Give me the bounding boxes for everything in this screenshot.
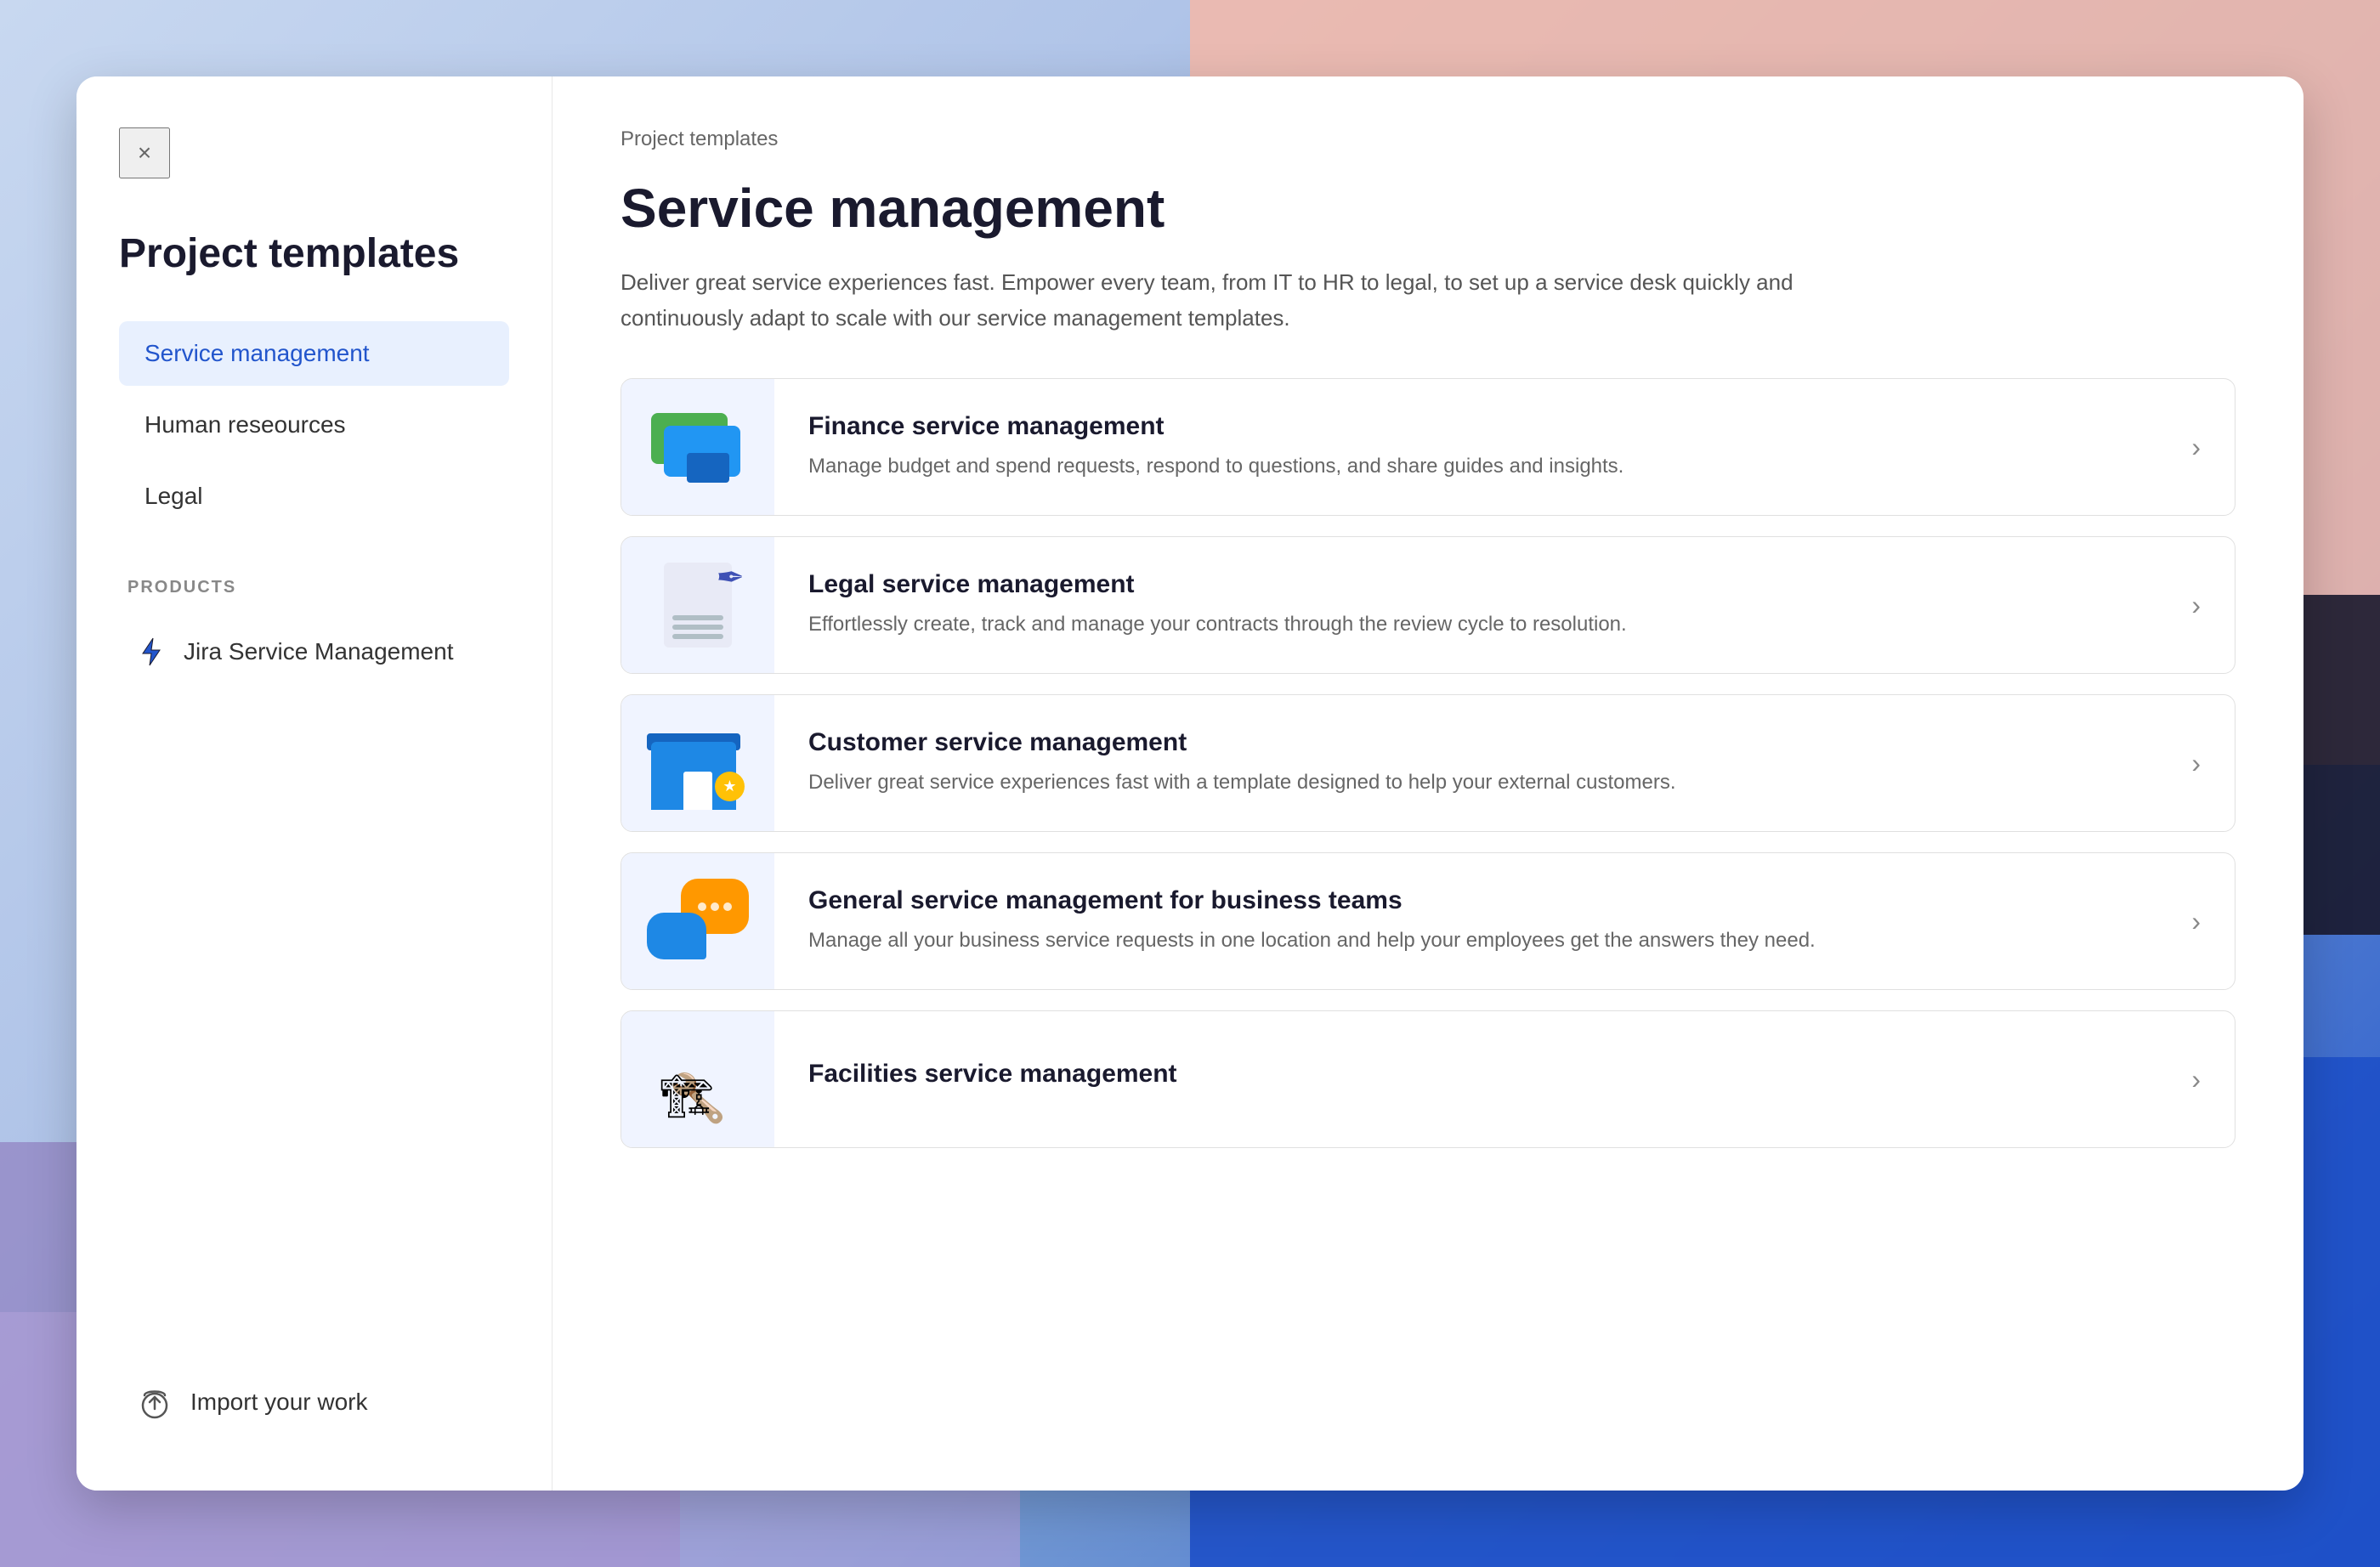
lightning-icon	[136, 636, 167, 667]
chevron-right-icon-finance: ›	[2157, 432, 2235, 463]
bubble-blue	[647, 913, 706, 959]
legal-illustration: ✒	[647, 558, 749, 652]
general-illustration	[643, 874, 753, 968]
main-dialog: × Project templates Service management H…	[76, 76, 2304, 1491]
import-your-work-button[interactable]: Import your work	[119, 1365, 509, 1440]
card-desc-customer: Deliver great service experiences fast w…	[808, 767, 2123, 798]
store-star: ★	[715, 772, 745, 801]
template-card-facilities[interactable]: 🔧 🏗 Facilities service management ›	[620, 1010, 2236, 1148]
worker-figure-2: 🏗	[660, 1072, 713, 1122]
close-button[interactable]: ×	[119, 127, 170, 178]
card-body-general: General service management for business …	[774, 861, 2157, 981]
sidebar-nav: Service management Human reseources Lega…	[119, 321, 509, 535]
sidebar-item-service-management[interactable]: Service management	[119, 321, 509, 386]
chevron-right-icon-legal: ›	[2157, 590, 2235, 621]
card-body-customer: Customer service management Deliver grea…	[774, 703, 2157, 823]
facilities-illustration: 🔧 🏗	[643, 1032, 753, 1126]
sidebar: × Project templates Service management H…	[76, 76, 552, 1491]
dot-1	[698, 902, 706, 911]
doc-lines	[672, 615, 723, 639]
finance-illustration	[647, 404, 749, 489]
jira-service-management-label: Jira Service Management	[184, 638, 453, 665]
template-card-finance[interactable]: Finance service management Manage budget…	[620, 378, 2236, 516]
template-card-general[interactable]: General service management for business …	[620, 852, 2236, 990]
card-title-general: General service management for business …	[808, 886, 2123, 915]
template-card-customer[interactable]: ★ Customer service management Deliver gr…	[620, 694, 2236, 832]
card-title-facilities: Facilities service management	[808, 1060, 2123, 1089]
page-title: Service management	[620, 177, 2236, 240]
card-image-general	[621, 853, 774, 989]
sidebar-item-human-resources[interactable]: Human reseources	[119, 393, 509, 457]
card-image-facilities: 🔧 🏗	[621, 1011, 774, 1147]
import-section: Import your work	[119, 1331, 509, 1440]
chevron-right-icon-customer: ›	[2157, 748, 2235, 779]
template-card-legal[interactable]: ✒ Legal service management Effortlessly …	[620, 536, 2236, 674]
doc-line-2	[672, 625, 723, 630]
sidebar-title: Project templates	[119, 229, 509, 279]
dot-2	[711, 902, 719, 911]
card-blue	[664, 426, 740, 477]
products-label: PRODUCTS	[119, 578, 509, 597]
chevron-right-icon-facilities: ›	[2157, 1064, 2235, 1095]
main-content: Project templates Service management Del…	[552, 76, 2304, 1491]
upload-icon	[136, 1383, 173, 1421]
card-desc-general: Manage all your business service request…	[808, 925, 2123, 956]
card-title-finance: Finance service management	[808, 412, 2123, 441]
quill-icon: ✒	[716, 558, 745, 597]
card-body-legal: Legal service management Effortlessly cr…	[774, 545, 2157, 665]
products-section: PRODUCTS Jira Service Management	[119, 578, 509, 686]
card-desc-finance: Manage budget and spend requests, respon…	[808, 451, 2123, 482]
dot-3	[723, 902, 732, 911]
card-image-finance	[621, 379, 774, 515]
customer-illustration: ★	[643, 716, 753, 810]
card-body-finance: Finance service management Manage budget…	[774, 387, 2157, 507]
card-title-customer: Customer service management	[808, 728, 2123, 757]
doc-page: ✒	[664, 563, 732, 648]
card-image-customer: ★	[621, 695, 774, 831]
sidebar-item-legal[interactable]: Legal	[119, 464, 509, 529]
store-door	[683, 772, 712, 810]
card-image-legal: ✒	[621, 537, 774, 673]
breadcrumb: Project templates	[620, 127, 2236, 151]
card-screen	[687, 453, 729, 483]
card-body-facilities: Facilities service management	[774, 1034, 2157, 1124]
doc-line-3	[672, 634, 723, 639]
chevron-right-icon-general: ›	[2157, 906, 2235, 937]
import-your-work-label: Import your work	[190, 1389, 368, 1416]
sidebar-item-jira-service-management[interactable]: Jira Service Management	[119, 618, 509, 686]
page-description: Deliver great service experiences fast. …	[620, 265, 1810, 336]
doc-line-1	[672, 615, 723, 620]
card-desc-legal: Effortlessly create, track and manage yo…	[808, 609, 2123, 640]
card-title-legal: Legal service management	[808, 570, 2123, 599]
